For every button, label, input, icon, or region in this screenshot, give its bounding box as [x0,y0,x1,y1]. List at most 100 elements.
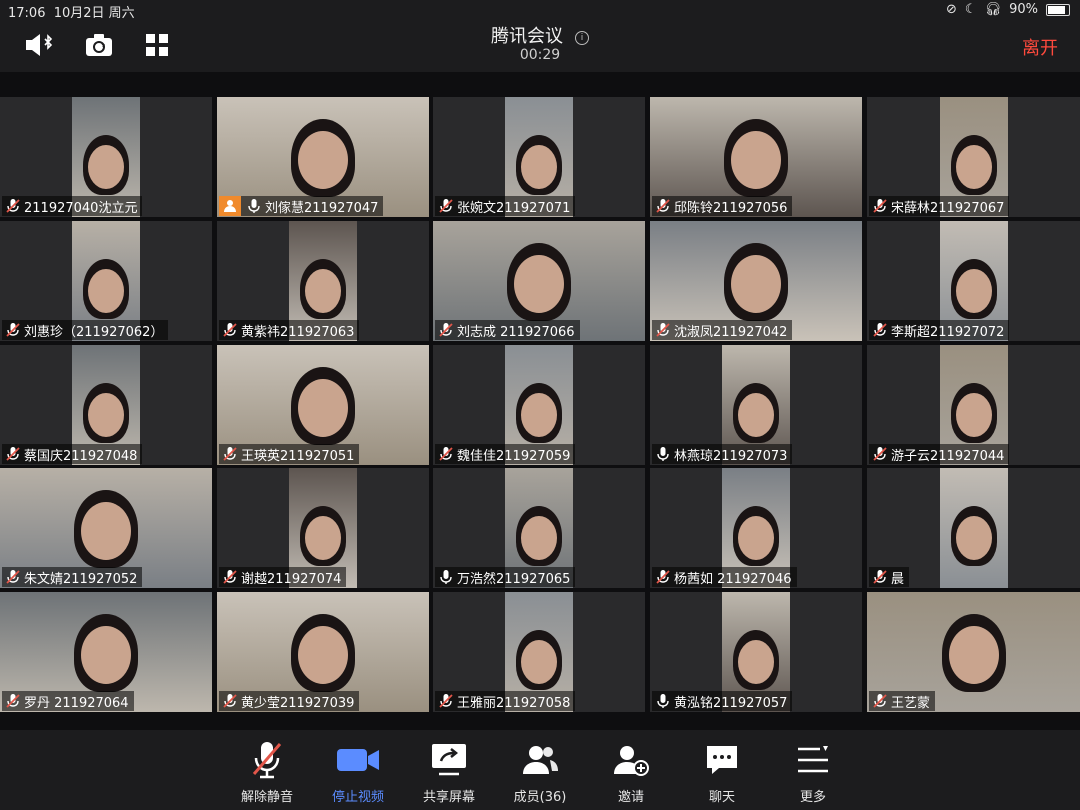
participant-tile[interactable]: 游子云211927044 [867,345,1080,465]
participant-label: 刘傢慧211927047 [219,196,384,216]
info-icon[interactable]: i [575,31,589,45]
participant-face [738,640,774,684]
participant-tile[interactable]: 魏佳佳211927059 [433,345,645,465]
participant-label: 王雅丽211927058 [435,691,576,711]
invite-button[interactable]: 邀请 [591,740,671,805]
participant-tile[interactable]: 邱陈铃211927056 [650,97,862,217]
mic-icon [246,198,262,214]
participant-tile[interactable]: 蔡国庆211927048 [0,345,212,465]
participant-tile[interactable]: 黄泓铭211927057 [650,592,862,712]
participant-tile[interactable]: 黄紫祎211927063 [217,221,429,341]
status-date: 10月2日 周六 [53,6,135,21]
participant-label: 宋薛林211927067 [869,196,1010,216]
participant-tile[interactable]: 刘傢慧211927047 [217,97,429,217]
participant-tile[interactable]: 晨 [867,468,1080,588]
participant-face [88,145,124,189]
participant-tile[interactable]: 宋薛林211927067 [867,97,1080,217]
participant-tile[interactable]: 林燕琼211927073 [650,345,862,465]
participant-tile[interactable]: 万浩然211927065 [433,468,645,588]
stop-video-button[interactable]: 停止视频 [318,740,398,805]
participant-label: 朱文婧211927052 [2,567,143,587]
chat-button[interactable]: 聊天 [682,740,762,805]
invite-icon [591,740,671,780]
mic-muted-icon [5,569,21,585]
participant-name: 刘惠珍（211927062） [24,324,164,340]
participant-tile[interactable]: 张婉文211927071 [433,97,645,217]
mic-muted-icon [438,198,454,214]
participant-tile[interactable]: 杨茜如 211927046 [650,468,862,588]
members-button[interactable]: 成员(36) [500,740,580,805]
mic-muted-icon [655,198,671,214]
participant-tile[interactable]: 沈淑凤211927042 [650,221,862,341]
mic-muted-icon [872,569,888,585]
members-icon [500,740,580,780]
leave-button[interactable]: 离开 [1022,34,1058,60]
participant-face [956,145,992,189]
participant-face [88,393,124,437]
participant-label: 王艺蒙 [869,691,936,711]
participant-face [298,131,348,189]
participant-tile[interactable]: 211927040沈立元 [0,97,212,217]
mic-muted-icon [5,322,21,338]
participant-label: 黄紫祎211927063 [219,320,360,340]
mic-muted-icon [5,693,21,709]
more-button[interactable]: 更多 [773,740,853,805]
participant-label: 林燕琼211927073 [652,444,793,464]
participant-name: 游子云211927044 [891,448,1005,464]
unmute-button[interactable]: 解除静音 [227,740,307,805]
participant-tile[interactable]: 王瑛英211927051 [217,345,429,465]
participant-label: 谢越211927074 [219,567,347,587]
status-bar: 17:06 10月2日 周六 ⊘ ☾ 🎧︎ 90% [0,0,1080,21]
participant-tile[interactable]: 谢越211927074 [217,468,429,588]
participant-tile[interactable]: 罗丹 211927064 [0,592,212,712]
participant-tile[interactable]: 黄少莹211927039 [217,592,429,712]
participant-face [514,255,564,313]
mic-muted-icon [872,693,888,709]
mic-muted-icon [5,446,21,462]
participant-tile[interactable]: 王雅丽211927058 [433,592,645,712]
battery-icon [1046,3,1070,16]
participant-label: 刘惠珍（211927062） [2,320,169,340]
meeting-header: 腾讯会议 i 00:29 离开 [0,20,1080,72]
meeting-title: 腾讯会议 [491,26,563,47]
chat-label: 聊天 [708,790,735,805]
share-screen-label: 共享屏幕 [422,790,475,805]
status-time: 17:06 [8,6,46,21]
mic-muted-icon [222,569,238,585]
participant-face [731,255,781,313]
host-icon [219,196,241,216]
moon-icon: ☾ [964,2,977,17]
participant-tile[interactable]: 王艺蒙 [867,592,1080,712]
participant-label: 李斯超211927072 [869,320,1010,340]
participant-tile[interactable]: 朱文婧211927052 [0,468,212,588]
participant-name: 蔡国庆211927048 [24,448,138,464]
participant-name: 刘志成 211927066 [457,324,575,340]
mic-muted-icon [227,740,307,780]
participant-name: 万浩然211927065 [457,571,571,587]
unmute-label: 解除静音 [240,790,293,805]
participant-face [81,502,131,560]
participant-video [940,468,1008,588]
participant-tile[interactable]: 李斯超211927072 [867,221,1080,341]
participant-face [949,626,999,684]
participant-tile[interactable]: 刘惠珍（211927062） [0,221,212,341]
participant-face [521,393,557,437]
share-screen-button[interactable]: 共享屏幕 [409,740,489,805]
participant-label: 罗丹 211927064 [2,691,134,711]
participant-tile[interactable]: 刘志成 211927066 [433,221,645,341]
participant-name: 刘傢慧211927047 [265,200,379,216]
participant-name: 晨 [891,571,905,587]
participant-face [88,269,124,313]
participant-label: 魏佳佳211927059 [435,444,576,464]
participant-face [956,516,992,560]
participant-name: 宋薛林211927067 [891,200,1005,216]
participant-label: 张婉文211927071 [435,196,576,216]
mic-muted-icon [5,198,21,214]
participant-label: 黄泓铭211927057 [652,691,793,711]
participant-name: 王瑛英211927051 [241,448,355,464]
participant-name: 黄紫祎211927063 [241,324,355,340]
participant-name: 黄少莹211927039 [241,695,355,711]
participant-name: 杨茜如 211927046 [674,571,792,587]
participant-name: 朱文婧211927052 [24,571,138,587]
bottom-toolbar: 解除静音 停止视频 共享屏幕 成员(36) 邀请 聊天 更多 [0,730,1080,810]
